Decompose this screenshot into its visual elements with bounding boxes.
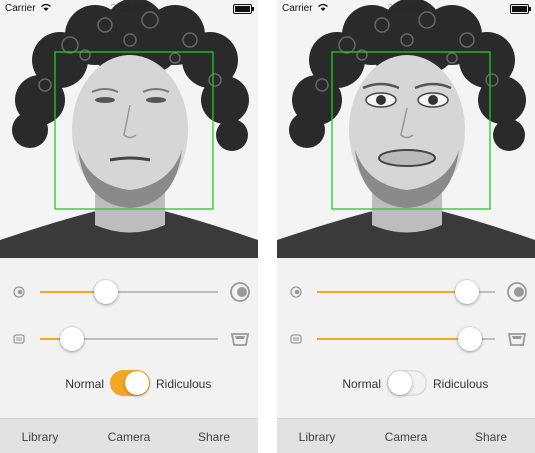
small-eye-icon <box>290 286 302 298</box>
mouth-size-row <box>0 324 258 354</box>
tab-bar: Library Camera Share <box>277 418 535 453</box>
portrait-image <box>0 0 258 258</box>
tab-bar: Library Camera Share <box>0 418 258 453</box>
large-eye-icon <box>230 282 250 302</box>
small-eye-icon <box>13 286 25 298</box>
mode-switch[interactable] <box>387 370 427 396</box>
small-mouth-icon <box>290 334 302 344</box>
large-mouth-icon <box>230 333 250 346</box>
eye-size-row <box>277 277 535 307</box>
tab-camera[interactable]: Camera <box>89 430 169 444</box>
mouth-size-row <box>277 324 535 354</box>
ridiculous-label: Ridiculous <box>433 377 489 391</box>
eye-size-slider[interactable] <box>93 280 118 304</box>
small-mouth-icon <box>13 334 25 344</box>
face-photo <box>277 0 535 258</box>
eye-size-slider[interactable] <box>454 280 479 304</box>
large-mouth-icon <box>507 333 527 346</box>
mode-switch[interactable] <box>110 370 150 396</box>
mode-toggle-row: Normal Ridiculous <box>277 368 535 400</box>
normal-label: Normal <box>342 377 381 391</box>
battery-icon <box>233 4 254 14</box>
screen-normal: Carrier 3:13 PM Normal Ridiculous Librar… <box>0 0 258 453</box>
controls-panel: Normal Ridiculous <box>0 258 258 418</box>
mode-toggle-row: Normal Ridiculous <box>0 368 258 400</box>
ridiculous-label: Ridiculous <box>156 377 212 391</box>
controls-panel: Normal Ridiculous <box>277 258 535 418</box>
tab-library[interactable]: Library <box>277 430 357 444</box>
tab-library[interactable]: Library <box>0 430 80 444</box>
clock: 3:13 PM <box>110 3 148 14</box>
tab-share[interactable]: Share <box>451 430 531 444</box>
status-bar: Carrier 3:13 PM <box>0 0 258 18</box>
normal-label: Normal <box>65 377 104 391</box>
tab-share[interactable]: Share <box>174 430 254 444</box>
status-bar: Carrier 3:13 PM <box>277 0 535 18</box>
tab-camera[interactable]: Camera <box>366 430 446 444</box>
clock: 3:13 PM <box>387 3 425 14</box>
battery-icon <box>510 4 531 14</box>
portrait-image <box>277 0 535 258</box>
screen-ridiculous: Carrier 3:13 PM Normal Ridiculous Librar… <box>277 0 535 453</box>
mouth-size-slider[interactable] <box>60 327 85 351</box>
eye-size-track <box>40 291 218 293</box>
mouth-size-slider[interactable] <box>458 327 483 351</box>
face-photo <box>0 0 258 258</box>
large-eye-icon <box>507 282 527 302</box>
eye-size-row <box>0 277 258 307</box>
